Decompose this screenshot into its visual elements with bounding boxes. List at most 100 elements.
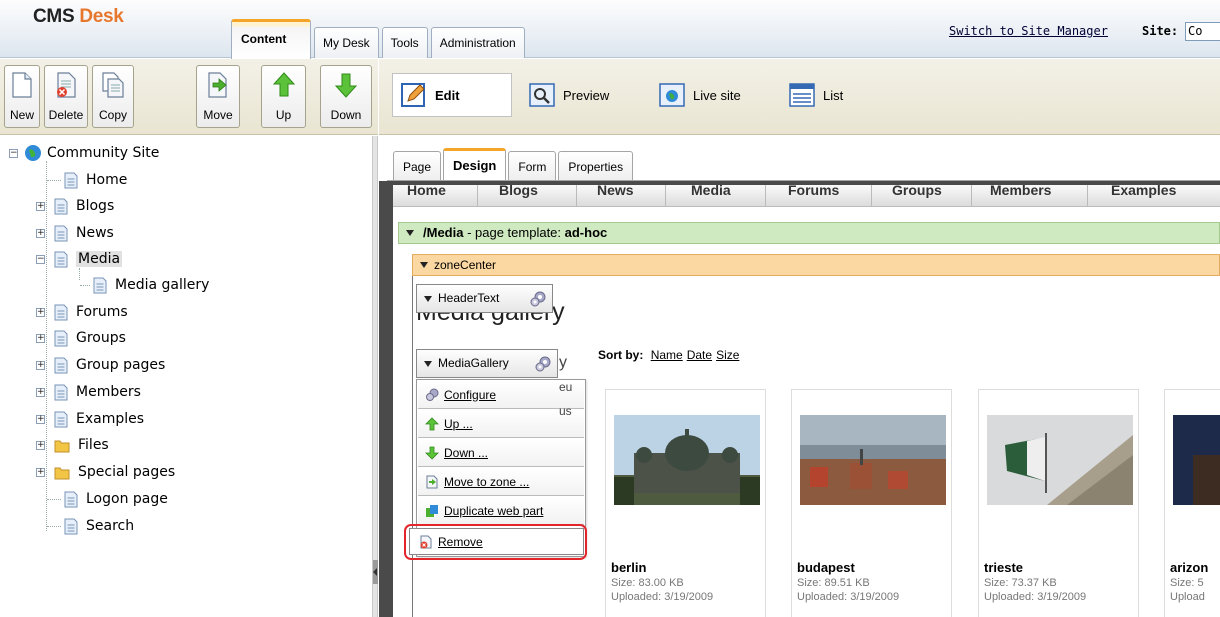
content-tree: − Community Site Home + Blogs + News − M… — [0, 136, 372, 617]
tree-item-search[interactable]: Search — [64, 515, 134, 537]
copy-button[interactable]: Copy — [92, 65, 134, 128]
document-toolbar: New Delete Copy Move Up Down — [0, 59, 378, 135]
tree-item-media-gallery[interactable]: Media gallery — [93, 274, 209, 296]
sort-by-size-link[interactable]: Size — [716, 348, 739, 362]
menu-item-forums[interactable]: Forums — [788, 185, 839, 198]
menu-separator — [576, 185, 577, 206]
expand-toggle-icon[interactable]: + — [36, 387, 45, 397]
cms-desk-window: CMS Desk Content My Desk Tools Administr… — [0, 0, 1220, 617]
tree-connector — [47, 499, 61, 500]
gallery-item-berlin[interactable]: berlin Size: 83.00 KB Uploaded: 3/19/200… — [605, 389, 766, 617]
tree-item-news[interactable]: + News — [36, 222, 114, 244]
sort-by-name-link[interactable]: Name — [651, 348, 683, 362]
view-mode-bar: Edit Preview Live site List — [379, 59, 1220, 135]
list-icon — [789, 83, 815, 107]
zone-bar[interactable]: zoneCenter — [412, 254, 1220, 276]
tree-item-community-site[interactable]: − Community Site — [9, 142, 159, 164]
gears-icon[interactable] — [534, 355, 552, 373]
live-site-label: Live site — [693, 87, 741, 103]
gallery-item-meta: Size: 83.00 KB Uploaded: 3/19/2009 — [611, 576, 713, 604]
collapse-arrow-icon[interactable] — [406, 230, 414, 236]
page-subtabs: Page Design Form Properties — [393, 148, 634, 181]
menu-separator — [871, 185, 872, 206]
tree-item-media[interactable]: − Media — [36, 248, 123, 270]
collapse-toggle-icon[interactable]: − — [9, 148, 18, 158]
gallery-item-arizona[interactable]: arizon Size: 5 Upload — [1164, 389, 1220, 617]
copy-button-label: Copy — [98, 108, 127, 122]
switch-to-site-manager-link[interactable]: Switch to Site Manager — [949, 24, 1108, 38]
menu-item-members[interactable]: Members — [990, 185, 1051, 198]
tree-item-forums[interactable]: + Forums — [36, 301, 128, 323]
webpart-name: MediaGallery — [438, 356, 509, 370]
page-template-bar[interactable]: /Media - page template: ad-hoc — [398, 222, 1220, 244]
main-tabs: Content My Desk Tools Administration — [231, 19, 525, 59]
obscured-text: us — [559, 404, 572, 418]
preview-button[interactable]: Preview — [529, 75, 609, 115]
tree-item-label: Home — [86, 172, 128, 188]
new-button[interactable]: New — [4, 65, 40, 128]
tree-item-logon-page[interactable]: Logon page — [64, 488, 168, 510]
down-button[interactable]: Down — [320, 65, 372, 128]
tree-item-special-pages[interactable]: + Special pages — [36, 461, 175, 483]
expand-toggle-icon[interactable]: + — [36, 307, 45, 317]
tree-item-files[interactable]: + Files — [36, 434, 109, 456]
menu-item-down[interactable]: Down ... — [418, 439, 584, 467]
pane-splitter[interactable] — [372, 136, 378, 617]
expand-toggle-icon[interactable]: + — [36, 201, 45, 211]
tree-item-members[interactable]: + Members — [36, 381, 141, 403]
expand-toggle-icon[interactable]: + — [36, 360, 45, 370]
sort-by-date-link[interactable]: Date — [687, 348, 712, 362]
tree-item-examples[interactable]: + Examples — [36, 408, 144, 430]
tree-item-groups[interactable]: + Groups — [36, 327, 126, 349]
gallery-item-uploaded: Upload — [1170, 591, 1205, 603]
gears-icon[interactable] — [529, 290, 547, 308]
webpart-menu-arrow-icon[interactable] — [424, 296, 432, 302]
expand-toggle-icon[interactable]: + — [36, 333, 45, 343]
menu-item-duplicate[interactable]: Duplicate web part — [418, 497, 584, 525]
up-button[interactable]: Up — [261, 65, 306, 128]
expand-toggle-icon[interactable]: + — [36, 467, 45, 477]
tab-my-desk[interactable]: My Desk — [314, 27, 379, 58]
expand-toggle-icon[interactable]: + — [36, 228, 45, 238]
menu-item-blogs[interactable]: Blogs — [499, 185, 538, 198]
delete-button[interactable]: Delete — [44, 65, 88, 128]
tab-content[interactable]: Content — [231, 19, 311, 59]
tree-item-home[interactable]: Home — [64, 169, 127, 191]
webpart-menu-arrow-icon[interactable] — [424, 361, 432, 367]
remove-highlight-box — [404, 524, 587, 560]
tree-item-label: Community Site — [47, 145, 160, 161]
menu-item-news[interactable]: News — [597, 185, 634, 198]
collapse-pane-handle[interactable] — [373, 560, 378, 584]
expand-toggle-icon[interactable]: + — [36, 414, 45, 424]
live-site-button[interactable]: Live site — [659, 75, 741, 115]
tab-properties[interactable]: Properties — [558, 151, 634, 181]
tree-connector — [47, 180, 61, 181]
tab-administration[interactable]: Administration — [430, 27, 525, 58]
list-button[interactable]: List — [789, 75, 843, 115]
menu-item-media[interactable]: Media — [691, 185, 731, 198]
tab-tools[interactable]: Tools — [381, 27, 428, 58]
collapse-arrow-icon[interactable] — [420, 262, 428, 268]
folder-icon — [54, 467, 70, 479]
move-button[interactable]: Move — [196, 65, 240, 128]
gallery-item-trieste[interactable]: trieste Size: 73.37 KB Uploaded: 3/19/20… — [978, 389, 1139, 617]
tree-item-group-pages[interactable]: + Group pages — [36, 354, 165, 376]
menu-item-groups[interactable]: Groups — [892, 185, 942, 198]
webpart-mediagallery[interactable]: MediaGallery — [416, 349, 558, 378]
copy-page-icon — [102, 72, 124, 98]
tree-item-label: Blogs — [76, 198, 115, 214]
tab-page[interactable]: Page — [393, 151, 442, 181]
expand-toggle-icon[interactable]: + — [36, 440, 45, 450]
menu-item-move-to-zone[interactable]: Move to zone ... — [418, 468, 584, 496]
tab-design[interactable]: Design — [443, 148, 507, 181]
menu-item-examples[interactable]: Examples — [1111, 185, 1176, 198]
gallery-item-budapest[interactable]: budapest Size: 89.51 KB Uploaded: 3/19/2… — [791, 389, 952, 617]
site-select[interactable]: Co — [1185, 22, 1220, 41]
menu-item-home[interactable]: Home — [407, 185, 446, 198]
tab-form[interactable]: Form — [508, 151, 557, 181]
preview-icon — [529, 83, 555, 107]
tree-item-blogs[interactable]: + Blogs — [36, 195, 114, 217]
webpart-headertext[interactable]: HeaderText — [416, 284, 553, 313]
edit-button[interactable]: Edit — [392, 73, 512, 117]
collapse-toggle-icon[interactable]: − — [36, 254, 45, 264]
